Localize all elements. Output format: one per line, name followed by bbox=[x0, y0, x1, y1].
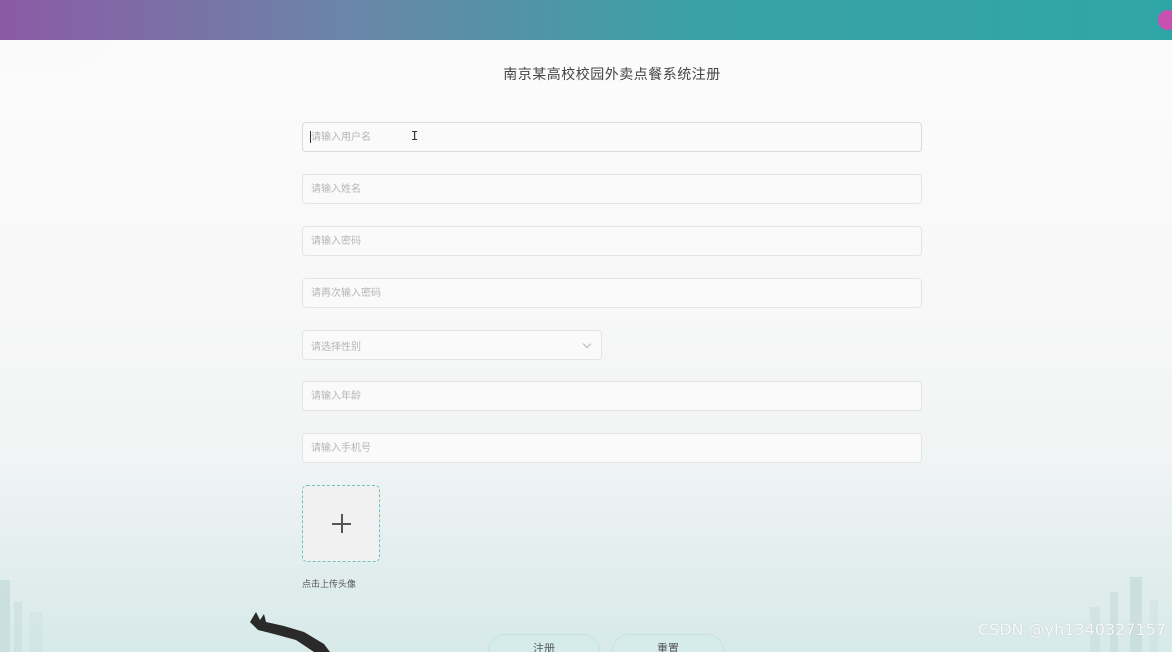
phone-input[interactable] bbox=[302, 433, 922, 463]
gender-select[interactable]: 请选择性别 bbox=[302, 330, 602, 360]
plus-icon-vertical bbox=[340, 514, 343, 533]
text-caret bbox=[310, 131, 311, 143]
avatar-upload-box[interactable] bbox=[302, 485, 380, 562]
diver-silhouette bbox=[250, 612, 330, 652]
register-button[interactable]: 注册 bbox=[488, 634, 600, 652]
username-input[interactable] bbox=[302, 122, 922, 152]
password-input[interactable] bbox=[302, 226, 922, 256]
page-title: 南京某高校校园外卖点餐系统注册 bbox=[503, 67, 721, 83]
reset-button[interactable]: 重置 bbox=[612, 634, 724, 652]
gender-select-placeholder: 请选择性别 bbox=[311, 341, 361, 353]
avatar-dot[interactable] bbox=[1158, 10, 1172, 30]
upload-avatar-label: 点击上传头像 bbox=[302, 580, 357, 590]
header-wave bbox=[0, 40, 1172, 120]
mouse-cursor-icon: I bbox=[411, 129, 419, 143]
watermark: CSDN @yh1340327157 bbox=[977, 620, 1166, 639]
confirm-password-input[interactable] bbox=[302, 278, 922, 308]
name-input[interactable] bbox=[302, 174, 922, 204]
age-input[interactable] bbox=[302, 381, 922, 411]
chevron-down-icon bbox=[582, 339, 592, 348]
